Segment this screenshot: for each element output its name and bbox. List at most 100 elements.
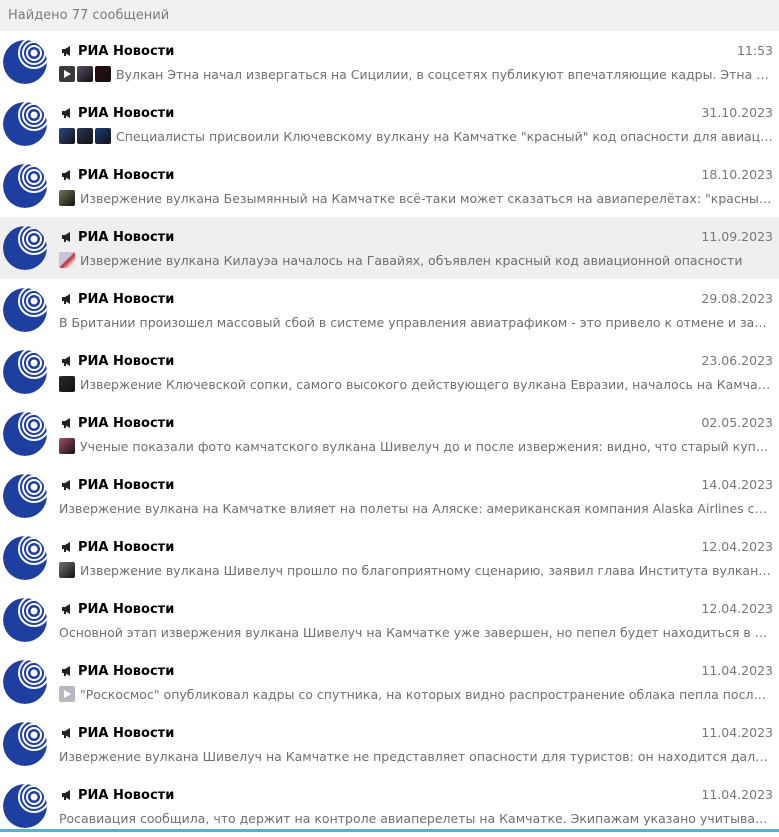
megaphone-icon	[62, 46, 70, 56]
channel-name: РИА Новости	[78, 787, 175, 803]
channel-name: РИА Новости	[78, 539, 175, 555]
channel-avatar	[3, 102, 47, 146]
search-result-item[interactable]: РИА Новости 18.10.2023 Извержение вулкан…	[0, 155, 779, 217]
message-preview: "Роскосмос" опубликовал кадры со спутник…	[59, 685, 773, 703]
results-count-label: Найдено 77 сообщений	[8, 8, 170, 23]
channel-avatar	[3, 660, 47, 704]
play-icon	[64, 690, 71, 698]
channel-title: РИА Новости	[61, 352, 174, 370]
message-preview: Ученые показали фото камчатского вулкана…	[59, 437, 773, 455]
media-thumbnail	[77, 66, 93, 82]
search-result-item[interactable]: РИА Новости 11.04.2023 Росавиация сообщи…	[0, 775, 779, 837]
message-preview: Вулкан Этна начал извергаться на Сицилии…	[59, 65, 773, 83]
channel-title: РИА Новости	[61, 786, 174, 804]
channel-name: РИА Новости	[78, 43, 175, 59]
channel-avatar	[3, 784, 47, 828]
megaphone-icon	[62, 294, 70, 304]
message-date: 29.08.2023	[701, 291, 773, 306]
message-preview-text: Извержение вулкана Килауэа началось на Г…	[80, 252, 743, 268]
message-preview: Основной этап извержения вулкана Шивелуч…	[59, 623, 773, 641]
message-preview-text: Основной этап извержения вулкана Шивелуч…	[59, 624, 773, 640]
media-thumbnail	[59, 562, 75, 578]
channel-name: РИА Новости	[78, 477, 175, 493]
play-icon	[64, 70, 71, 78]
search-result-item[interactable]: РИА Новости 11.04.2023 Извержение вулкан…	[0, 713, 779, 775]
search-result-item[interactable]: РИА Новости 11.04.2023 "Роскосмос" опубл…	[0, 651, 779, 713]
channel-avatar	[3, 474, 47, 518]
message-date: 11.09.2023	[701, 229, 773, 244]
channel-title: РИА Новости	[61, 42, 174, 60]
channel-avatar	[3, 536, 47, 580]
search-result-item[interactable]: РИА Новости 31.10.2023 Специалисты присв…	[0, 93, 779, 155]
channel-name: РИА Новости	[78, 105, 175, 121]
search-result-item[interactable]: РИА Новости 23.06.2023 Извержение Ключев…	[0, 341, 779, 403]
message-preview: Росавиация сообщила, что держит на контр…	[59, 809, 773, 827]
message-preview-text: Извержение Ключевской сопки, самого высо…	[80, 376, 773, 392]
media-thumbnail	[59, 686, 75, 702]
message-preview: Специалисты присвоили Ключевскому вулкан…	[59, 127, 773, 145]
message-date: 02.05.2023	[701, 415, 773, 430]
channel-title: РИА Новости	[61, 476, 174, 494]
message-preview: Извержение Ключевской сопки, самого высо…	[59, 375, 773, 393]
message-preview-text: В Британии произошел массовый сбой в сис…	[59, 314, 773, 330]
media-thumbnail	[59, 376, 75, 392]
message-preview-text: Извержение вулкана Шивелуч прошло по бла…	[80, 562, 773, 578]
message-preview: В Британии произошел массовый сбой в сис…	[59, 313, 773, 331]
media-thumbnail	[59, 128, 75, 144]
search-results-header: Найдено 77 сообщений	[0, 0, 779, 31]
search-results-list: РИА Новости 11:53 Вулкан Этна начал изве…	[0, 31, 779, 837]
channel-name: РИА Новости	[78, 601, 175, 617]
search-result-item[interactable]: РИА Новости 29.08.2023 В Британии произо…	[0, 279, 779, 341]
message-preview-text: "Роскосмос" опубликовал кадры со спутник…	[80, 686, 773, 702]
media-thumbnail	[95, 128, 111, 144]
channel-avatar	[3, 722, 47, 766]
message-preview: Извержение вулкана Килауэа началось на Г…	[59, 251, 773, 269]
channel-title: РИА Новости	[61, 600, 174, 618]
media-thumbnail	[59, 252, 75, 268]
channel-title: РИА Новости	[61, 414, 174, 432]
media-thumbnail	[95, 66, 111, 82]
message-preview: Извержение вулкана Шивелуч прошло по бла…	[59, 561, 773, 579]
search-result-item[interactable]: РИА Новости 11:53 Вулкан Этна начал изве…	[0, 31, 779, 93]
message-preview-text: Ученые показали фото камчатского вулкана…	[80, 438, 773, 454]
media-thumbnail	[59, 66, 75, 82]
message-preview-text: Специалисты присвоили Ключевскому вулкан…	[116, 128, 773, 144]
channel-avatar	[3, 226, 47, 270]
search-result-item[interactable]: РИА Новости 02.05.2023 Ученые показали ф…	[0, 403, 779, 465]
megaphone-icon	[62, 418, 70, 428]
message-date: 11:53	[736, 43, 773, 58]
megaphone-icon	[62, 728, 70, 738]
message-date: 31.10.2023	[701, 105, 773, 120]
media-thumbnail	[77, 128, 93, 144]
megaphone-icon	[62, 666, 70, 676]
search-result-item[interactable]: РИА Новости 12.04.2023 Основной этап изв…	[0, 589, 779, 651]
message-preview: Извержение вулкана на Камчатке влияет на…	[59, 499, 773, 517]
search-result-item[interactable]: РИА Новости 12.04.2023 Извержение вулкан…	[0, 527, 779, 589]
channel-title: РИА Новости	[61, 538, 174, 556]
message-preview-text: Извержение вулкана Безымянный на Камчатк…	[80, 190, 773, 206]
channel-name: РИА Новости	[78, 663, 175, 679]
message-date: 11.04.2023	[701, 663, 773, 678]
message-date: 23.06.2023	[701, 353, 773, 368]
media-thumbnail	[59, 438, 75, 454]
channel-title: РИА Новости	[61, 290, 174, 308]
message-date: 11.04.2023	[701, 725, 773, 740]
message-preview-text: Извержение вулкана на Камчатке влияет на…	[59, 500, 773, 516]
channel-avatar	[3, 598, 47, 642]
message-date: 11.04.2023	[701, 787, 773, 802]
media-thumbnail	[59, 190, 75, 206]
megaphone-icon	[62, 356, 70, 366]
channel-avatar	[3, 412, 47, 456]
megaphone-icon	[62, 232, 70, 242]
megaphone-icon	[62, 542, 70, 552]
channel-name: РИА Новости	[78, 167, 175, 183]
channel-name: РИА Новости	[78, 229, 175, 245]
search-result-item[interactable]: РИА Новости 14.04.2023 Извержение вулкан…	[0, 465, 779, 527]
search-result-item[interactable]: РИА Новости 11.09.2023 Извержение вулкан…	[0, 217, 779, 279]
megaphone-icon	[62, 170, 70, 180]
channel-title: РИА Новости	[61, 166, 174, 184]
channel-name: РИА Новости	[78, 291, 175, 307]
message-date: 18.10.2023	[701, 167, 773, 182]
megaphone-icon	[62, 790, 70, 800]
channel-title: РИА Новости	[61, 104, 174, 122]
